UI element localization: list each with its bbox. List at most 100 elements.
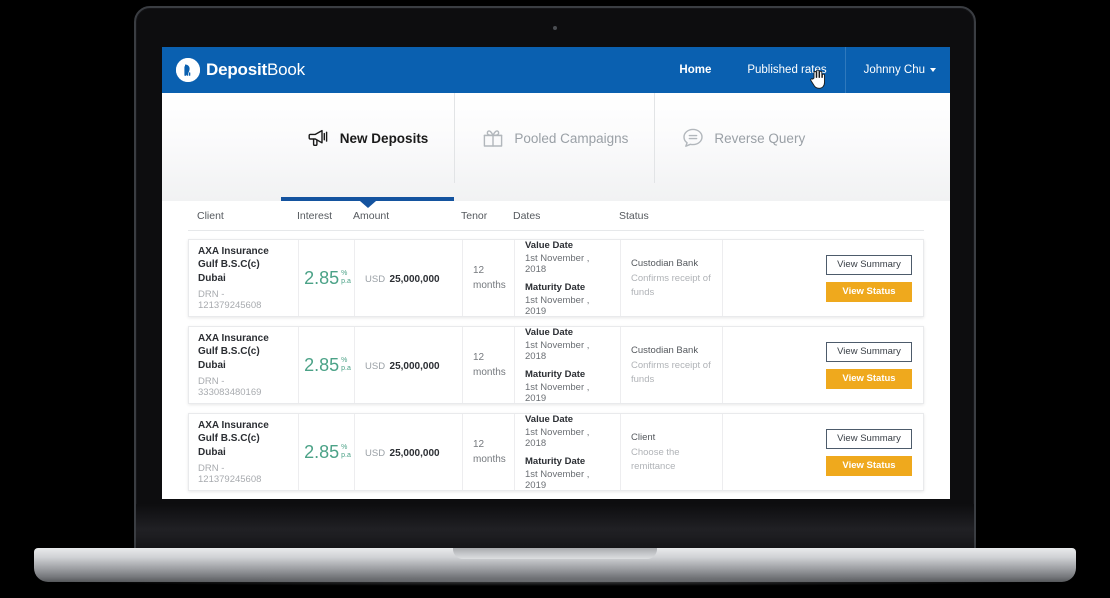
view-status-button[interactable]: View Status: [826, 281, 912, 302]
client-drn: DRN - 121379245608: [198, 289, 262, 312]
cell-dates: Value Date 1st November , 2018 Maturity Da…: [514, 239, 620, 317]
amount-value: 25,000,000: [389, 361, 440, 372]
column-header-status: Status: [619, 209, 649, 222]
deposit-rows: AXA Insurance Gulf B.S.C(c) Dubai DRN - 1…: [188, 231, 924, 491]
interest-rate-unit: % p.a: [341, 444, 351, 460]
view-summary-button[interactable]: View Summary: [826, 254, 912, 275]
interest-rate-value: 2.85: [304, 355, 340, 375]
tenor-value: 12 months: [473, 265, 506, 291]
amount-currency: USD: [365, 448, 386, 459]
amount-currency: USD: [365, 274, 386, 285]
tab-reverse-query[interactable]: Reverse Query: [654, 93, 831, 183]
value-date-value: 1st November , 2018: [525, 426, 590, 449]
interest-rate-unit: % p.a: [341, 270, 351, 286]
column-header-interest: Interest: [297, 209, 333, 222]
app-header: DepositBook Home Published rates Johnny …: [162, 47, 950, 93]
cell-interest: 2.85% p.a: [298, 414, 354, 490]
deposit-book-logo-icon: [176, 58, 200, 82]
value-date-label: Value Date: [525, 326, 574, 338]
client-name: AXA Insurance Gulf B.S.C(c) Dubai: [198, 419, 269, 458]
interest-rate: 2.85% p.a: [304, 356, 351, 374]
tenor-value: 12 months: [473, 352, 506, 378]
deposits-table: Client Interest Amount Tenor Dates Statu…: [162, 201, 950, 499]
brand-logo[interactable]: DepositBook: [162, 58, 305, 82]
view-status-button[interactable]: View Status: [826, 368, 912, 389]
brand-text: DepositBook: [206, 60, 305, 80]
cell-client: AXA Insurance Gulf B.S.C(c) Dubai DRN - 1…: [198, 240, 298, 316]
laptop-lid: DepositBook Home Published rates Johnny …: [134, 6, 976, 552]
cell-interest: 2.85% p.a: [298, 240, 354, 316]
tabs-row: New Deposits Pooled Campaigns Reverse Qu…: [280, 93, 831, 208]
interest-rate-value: 2.85: [304, 442, 340, 462]
client-drn: DRN - 121379245608: [198, 463, 262, 486]
laptop-base-notch: [453, 548, 657, 559]
laptop-bottom-bezel: [136, 504, 974, 550]
tab-pooled-campaigns[interactable]: Pooled Campaigns: [454, 93, 654, 183]
cell-status: Custodian Bank Confirms receipt of funds: [620, 327, 722, 403]
laptop-camera-icon: [553, 26, 557, 30]
table-row[interactable]: AXA Insurance Gulf B.S.C(c) Dubai DRN - 1…: [188, 413, 924, 491]
chat-bubble-icon: [681, 126, 705, 150]
cell-status: Client Choose the remittance: [620, 414, 722, 490]
cell-tenor: 12 months: [462, 327, 514, 403]
amount-value: 25,000,000: [389, 448, 440, 459]
amount-value: 25,000,000: [389, 274, 440, 285]
column-header-client: Client: [197, 209, 224, 222]
brand-name-light: Book: [266, 60, 305, 79]
tab-new-deposits[interactable]: New Deposits: [280, 93, 455, 208]
nav-link-published-rates[interactable]: Published rates: [729, 47, 844, 93]
laptop-base-shadow: [60, 576, 1050, 586]
cell-client: AXA Insurance Gulf B.S.C(c) Dubai DRN - 3…: [198, 327, 298, 403]
status-title: Custodian Bank: [631, 345, 699, 357]
table-header-row: Client Interest Amount Tenor Dates Statu…: [188, 201, 924, 231]
cell-amount: USD 25,000,000: [354, 327, 462, 403]
header-nav: Home Published rates Johnny Chu: [661, 47, 950, 93]
cell-actions: View Summary View Status: [722, 240, 914, 316]
value-date-label: Value Date: [525, 413, 574, 425]
maturity-date-value: 1st November , 2019: [525, 294, 590, 317]
gift-icon: [481, 126, 505, 150]
user-menu[interactable]: Johnny Chu: [844, 47, 950, 93]
value-date-value: 1st November , 2018: [525, 339, 590, 362]
view-summary-button[interactable]: View Summary: [826, 341, 912, 362]
tab-label: Pooled Campaigns: [514, 130, 629, 146]
cell-dates: Value Date 1st November , 2018 Maturity Da…: [514, 413, 620, 491]
user-name: Johnny Chu: [863, 64, 925, 76]
cell-amount: USD 25,000,000: [354, 240, 462, 316]
status-description: Confirms receipt of funds: [631, 273, 711, 298]
amount: USD 25,000,000: [365, 356, 454, 374]
client-name: AXA Insurance Gulf B.S.C(c) Dubai: [198, 245, 269, 284]
status-title: Client: [631, 432, 656, 444]
cell-tenor: 12 months: [462, 414, 514, 490]
status-description: Confirms receipt of funds: [631, 360, 711, 385]
table-row[interactable]: AXA Insurance Gulf B.S.C(c) Dubai DRN - 3…: [188, 326, 924, 404]
maturity-date-label: Maturity Date: [525, 281, 586, 293]
value-date-value: 1st November , 2018: [525, 252, 590, 275]
nav-link-home[interactable]: Home: [661, 47, 729, 93]
status-description: Choose the remittance: [631, 447, 680, 472]
cell-status: Custodian Bank Confirms receipt of funds: [620, 240, 722, 316]
amount-currency: USD: [365, 361, 386, 372]
value-date-label: Value Date: [525, 239, 574, 251]
column-header-amount: Amount: [353, 209, 390, 222]
maturity-date-label: Maturity Date: [525, 368, 586, 380]
client-drn: DRN - 333083480169: [198, 376, 262, 399]
view-status-button[interactable]: View Status: [826, 455, 912, 476]
cell-amount: USD 25,000,000: [354, 414, 462, 490]
cell-dates: Value Date 1st November , 2018 Maturity Da…: [514, 326, 620, 404]
megaphone-icon: [307, 126, 331, 150]
table-row[interactable]: AXA Insurance Gulf B.S.C(c) Dubai DRN - 1…: [188, 239, 924, 317]
cell-actions: View Summary View Status: [722, 327, 914, 403]
status-title: Custodian Bank: [631, 258, 699, 270]
cell-actions: View Summary View Status: [722, 414, 914, 490]
cell-client: AXA Insurance Gulf B.S.C(c) Dubai DRN - 1…: [198, 414, 298, 490]
interest-rate-value: 2.85: [304, 268, 340, 288]
client-name: AXA Insurance Gulf B.S.C(c) Dubai: [198, 332, 269, 371]
amount: USD 25,000,000: [365, 269, 454, 287]
maturity-date-value: 1st November , 2019: [525, 381, 590, 404]
cell-interest: 2.85% p.a: [298, 327, 354, 403]
active-tab-indicator: [280, 197, 455, 208]
interest-rate: 2.85% p.a: [304, 269, 351, 287]
view-summary-button[interactable]: View Summary: [826, 428, 912, 449]
interest-rate-unit: % p.a: [341, 357, 351, 373]
